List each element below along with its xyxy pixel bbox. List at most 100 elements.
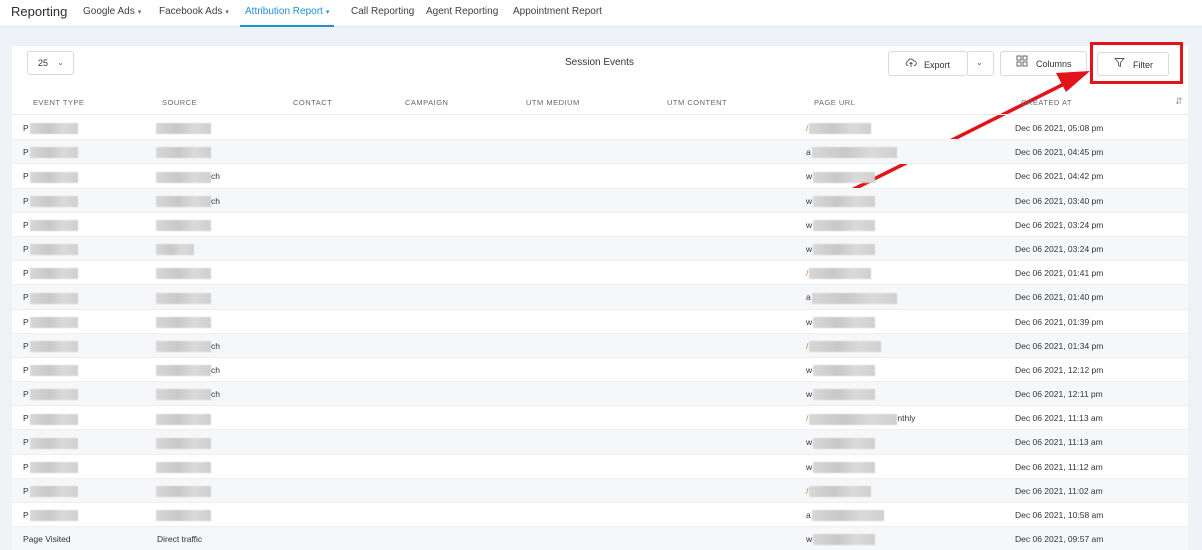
table-row[interactable]: Pch w Dec 06 2021, 12:11 pm	[12, 382, 1188, 407]
source-text: ch	[211, 195, 220, 206]
chevron-down-icon: ⌄	[57, 58, 64, 67]
page-url-cell[interactable]: /	[806, 123, 872, 135]
event-type-text: P	[23, 340, 29, 351]
columns-button[interactable]: Columns	[1000, 51, 1087, 76]
redacted-block	[156, 292, 211, 304]
event-type-cell: P	[23, 147, 78, 159]
page-url-cell[interactable]: w	[806, 389, 876, 401]
redacted-block	[809, 268, 872, 280]
page-url-text: w	[806, 534, 813, 545]
export-options-button[interactable]: ⌄	[967, 51, 994, 76]
table-row[interactable]: Pw Dec 06 2021, 11:12 am	[12, 455, 1188, 479]
redacted-block	[813, 220, 876, 231]
page-url-cell[interactable]: w	[806, 365, 876, 377]
table-row[interactable]: Pa Dec 06 2021, 04:45 pm	[12, 140, 1188, 165]
column-header-utm-medium[interactable]: UTM MEDIUM	[526, 98, 580, 107]
created-at-cell: Dec 06 2021, 03:40 pm	[1015, 195, 1104, 206]
redacted-block	[813, 534, 876, 546]
redacted-block	[813, 316, 876, 328]
redacted-block	[29, 195, 78, 207]
page-url-cell[interactable]: a	[806, 510, 884, 522]
column-header-event-type[interactable]: EVENT TYPE	[33, 98, 84, 107]
sort-icon[interactable]: ⇵	[1175, 96, 1183, 107]
table-body: P / Dec 06 2021, 05:08 pm Pa Dec 06 2021, 04…	[12, 116, 1188, 550]
column-header-contact[interactable]: CONTACT	[293, 98, 332, 107]
column-header-created-at[interactable]: CREATED AT	[1021, 98, 1072, 107]
table-row[interactable]: Pw Dec 06 2021, 01:39 pm	[12, 310, 1188, 334]
event-type-cell: P	[23, 123, 78, 135]
table-row[interactable]: Pa Dec 06 2021, 01:40 pm	[12, 285, 1188, 310]
cloud-upload-icon	[905, 57, 917, 72]
table-row[interactable]: Pa Dec 06 2021, 10:58 am	[12, 503, 1188, 528]
redacted-block	[29, 244, 78, 256]
created-at-cell: Dec 06 2021, 05:08 pm	[1015, 123, 1104, 133]
tab-agent-reporting[interactable]: Agent Reporting	[426, 6, 498, 27]
event-type-text: P	[23, 219, 29, 230]
filter-button[interactable]: Filter	[1097, 52, 1169, 76]
page-url-cell[interactable]: /	[806, 486, 872, 498]
column-header-utm-content[interactable]: UTM CONTENT	[667, 98, 727, 107]
source-cell	[155, 147, 211, 159]
table-row[interactable]: P / Dec 06 2021, 05:08 pm	[12, 116, 1188, 141]
export-button[interactable]: Export	[888, 51, 968, 76]
event-type-cell: P	[23, 292, 78, 304]
source-cell	[155, 268, 211, 280]
table-row[interactable]: P / nthly Dec 06 2021, 11:13 am	[12, 406, 1188, 431]
table-row[interactable]: Pch w Dec 06 2021, 04:42 pm	[12, 164, 1188, 189]
tab-label: Facebook Ads	[159, 6, 223, 17]
page-url-cell[interactable]: w	[806, 316, 876, 328]
column-header-campaign[interactable]: CAMPAIGN	[405, 98, 448, 107]
redacted-block	[29, 437, 78, 449]
page-url-cell[interactable]: / nthly	[806, 413, 915, 425]
table-row[interactable]: P / Dec 06 2021, 01:41 pm	[12, 261, 1188, 286]
page-size-select[interactable]: 25 ⌄	[27, 51, 74, 75]
table-row[interactable]: Pw Dec 06 2021, 11:13 am	[12, 430, 1188, 455]
table-row[interactable]: Pw Dec 06 2021, 03:24 pm	[12, 236, 1188, 262]
tab-google-ads[interactable]: Google Ads ▾	[83, 6, 141, 27]
tab-appointment-report[interactable]: Appointment Report	[513, 6, 602, 27]
event-type-cell: P	[23, 462, 78, 473]
redacted-block	[29, 268, 78, 280]
page-url-cell[interactable]: w	[806, 220, 876, 231]
tab-attribution-report[interactable]: Attribution Report ▾	[240, 6, 335, 27]
created-at-cell: Dec 06 2021, 12:12 pm	[1015, 364, 1104, 375]
page-url-cell[interactable]: w	[806, 244, 876, 256]
source-cell: ch	[155, 171, 220, 183]
chevron-down-icon: ▾	[225, 9, 229, 16]
page-url-cell[interactable]: a	[806, 147, 897, 159]
tab-call-reporting[interactable]: Call Reporting	[351, 6, 414, 27]
table-row[interactable]: Page Visited Direct traffic w Dec 06 2021, …	[12, 527, 1188, 550]
redacted-block	[813, 365, 876, 377]
table-row[interactable]: Pch w Dec 06 2021, 03:40 pm	[12, 188, 1188, 213]
table-row[interactable]: Pch w Dec 06 2021, 12:12 pm	[12, 358, 1188, 383]
redacted-block	[156, 486, 211, 498]
page-url-cell[interactable]: w	[806, 462, 876, 473]
source-text: ch	[211, 171, 220, 182]
table-row[interactable]: P / Dec 06 2021, 11:02 am	[12, 478, 1188, 503]
redacted-block	[809, 486, 872, 498]
redacted-block	[156, 365, 211, 377]
page-url-cell[interactable]: w	[806, 171, 876, 183]
redacted-block	[809, 123, 872, 135]
tab-facebook-ads[interactable]: Facebook Ads ▾	[159, 6, 229, 27]
chevron-down-icon: ⌄	[976, 58, 983, 67]
page-url-cell[interactable]: /	[806, 268, 872, 280]
redacted-block	[156, 413, 211, 425]
redacted-block	[156, 268, 211, 280]
page-url-cell[interactable]: w	[806, 534, 876, 546]
redacted-block	[29, 486, 78, 498]
table-row[interactable]: Pch / Dec 06 2021, 01:34 pm	[12, 333, 1188, 358]
table-row[interactable]: Pw Dec 06 2021, 03:24 pm	[12, 213, 1188, 237]
column-header-source[interactable]: SOURCE	[162, 98, 197, 107]
source-cell: ch	[155, 365, 220, 377]
column-header-page-url[interactable]: PAGE URL	[814, 98, 855, 107]
created-at-cell: Dec 06 2021, 11:12 am	[1015, 461, 1103, 472]
page-url-cell[interactable]: w	[806, 196, 876, 207]
source-text: Direct traffic	[157, 534, 203, 545]
page-url-cell[interactable]: /	[806, 341, 882, 352]
source-cell	[155, 316, 211, 328]
page-url-cell[interactable]: w	[806, 437, 876, 449]
redacted-block	[811, 147, 897, 159]
event-type-cell: P	[23, 317, 78, 328]
page-url-cell[interactable]: a	[806, 292, 897, 304]
